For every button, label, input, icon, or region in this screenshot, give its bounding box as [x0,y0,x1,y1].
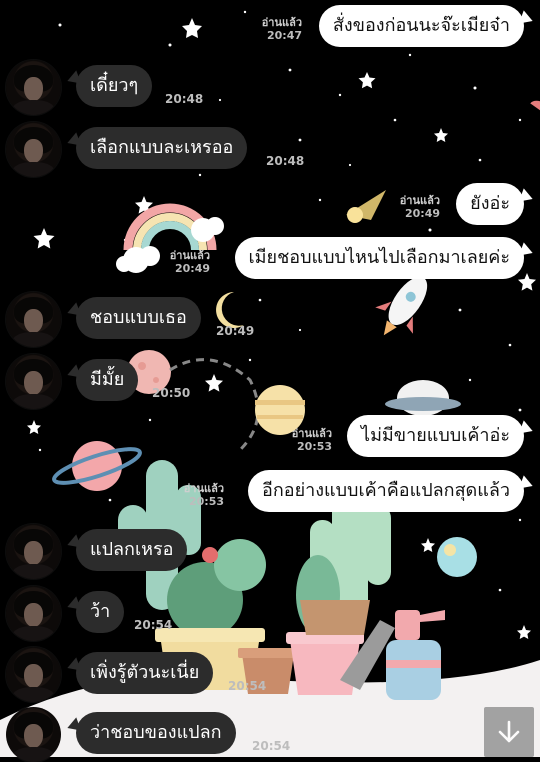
message-time: 20:54 [134,618,173,632]
read-receipt: อ่านแล้ว 20:53 [183,482,224,508]
message-bubble-incoming[interactable]: ชอบแบบเธอ [76,297,201,339]
message-row: ว่าชอบของแปลก 20:54 [0,705,540,762]
message-bubble-outgoing[interactable]: ยังอ่ะ [456,183,524,225]
message-text: สั่งของก่อนนะจ๊ะเมียจ๋า [332,15,510,36]
message-text: ไม่มีขายแบบเค้าอ่ะ [361,425,510,446]
message-bubble-incoming[interactable]: แปลกเหรอ [76,529,188,571]
message-text: ยังอ่ะ [470,193,510,214]
message-text: ว่าชอบของแปลก [90,722,222,743]
message-text: แปลกเหรอ [90,539,174,560]
message-time: 20:54 [228,679,267,693]
message-row: อ่านแล้ว 20:47 สั่งของก่อนนะจ๊ะเมียจ๋า [0,0,540,55]
read-receipt: อ่านแล้ว 20:49 [169,249,210,275]
read-receipt: อ่านแล้ว 20:47 [261,16,302,42]
message-time: 20:54 [252,739,291,753]
message-bubble-incoming[interactable]: เพิ่งรู้ตัวนะเนี่ย [76,652,214,694]
message-row: ชอบแบบเธอ 20:49 [0,290,540,347]
avatar[interactable] [6,122,61,177]
read-receipt: อ่านแล้ว 20:53 [291,427,332,453]
message-row: อ่านแล้ว 20:53 ไม่มีขายแบบเค้าอ่ะ [0,413,540,463]
message-text: ว้า [90,601,111,622]
message-row: อ่านแล้ว 20:53 อีกอย่างแบบเค้าคือแปลกสุดแ… [0,468,540,518]
message-row: เดี๋ยวๆ 20:48 [0,58,540,115]
message-text: เลือกแบบละเหรออ [90,137,234,158]
avatar[interactable] [6,292,61,347]
avatar[interactable] [6,647,61,702]
message-bubble-incoming[interactable]: มีมั้ย [76,359,139,401]
message-bubble-incoming[interactable]: ว่าชอบของแปลก [76,712,236,754]
message-time: 20:50 [152,386,191,400]
message-text: ชอบแบบเธอ [90,307,187,328]
message-time: 20:48 [165,92,204,106]
avatar[interactable] [6,60,61,115]
message-time: 20:48 [266,154,305,168]
message-bubble-incoming[interactable]: ว้า [76,591,125,633]
message-text: มีมั้ย [90,369,125,390]
message-row: เพิ่งรู้ตัวนะเนี่ย 20:54 [0,645,540,702]
message-row: แปลกเหรอ [0,522,540,579]
message-text: เมียชอบแบบไหนไปเลือกมาเลยค่ะ [248,247,510,268]
message-text: เพิ่งรู้ตัวนะเนี่ย [90,662,200,683]
scroll-to-bottom-button[interactable] [484,707,534,757]
message-bubble-outgoing[interactable]: อีกอย่างแบบเค้าคือแปลกสุดแล้ว [248,470,524,512]
avatar[interactable] [6,707,61,762]
message-bubble-incoming[interactable]: เดี๋ยวๆ [76,65,153,107]
message-row: เลือกแบบละเหรออ 20:48 [0,120,540,177]
message-row: อ่านแล้ว 20:49 เมียชอบแบบไหนไปเลือกมาเลยค… [0,235,540,285]
avatar[interactable] [6,524,61,579]
message-text: เดี๋ยวๆ [90,75,139,96]
arrow-down-icon [498,720,520,743]
message-bubble-outgoing[interactable]: เมียชอบแบบไหนไปเลือกมาเลยค่ะ [234,237,524,279]
message-bubble-outgoing[interactable]: ไม่มีขายแบบเค้าอ่ะ [347,415,524,457]
message-time: 20:49 [216,324,255,338]
message-bubble-outgoing[interactable]: สั่งของก่อนนะจ๊ะเมียจ๋า [318,5,524,47]
message-row: มีมั้ย 20:50 [0,352,540,409]
message-row: ว้า 20:54 [0,584,540,641]
message-bubble-incoming[interactable]: เลือกแบบละเหรออ [76,127,248,169]
avatar[interactable] [6,354,61,409]
message-row: อ่านแล้ว 20:49 ยังอ่ะ [0,180,540,230]
avatar[interactable] [6,586,61,641]
read-receipt: อ่านแล้ว 20:49 [399,194,440,220]
message-text: อีกอย่างแบบเค้าคือแปลกสุดแล้ว [262,480,510,501]
